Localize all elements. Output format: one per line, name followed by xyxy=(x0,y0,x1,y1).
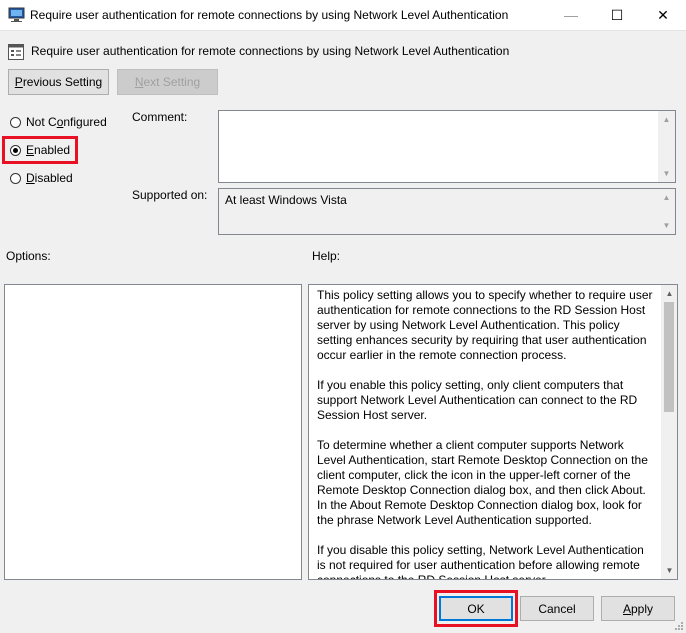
help-paragraph: This policy setting allows you to specif… xyxy=(317,288,653,362)
previous-setting-label: Previous Setting xyxy=(15,75,102,89)
next-rest: ext Setting xyxy=(143,75,201,89)
label-part: nfigured xyxy=(63,115,107,129)
help-paragraph: To determine whether a client computer s… xyxy=(317,438,648,527)
policy-setting-icon xyxy=(8,44,24,60)
radio-not-configured[interactable]: Not Configured xyxy=(10,115,107,129)
resize-grip-icon[interactable] xyxy=(674,621,684,631)
minimize-icon: — xyxy=(564,7,578,23)
supported-on-field: At least Windows Vista ▲ ▼ xyxy=(218,188,676,235)
scroll-up-icon[interactable]: ▲ xyxy=(658,189,675,206)
supported-on-label: Supported on: xyxy=(132,188,208,202)
help-pane[interactable]: This policy setting allows you to specif… xyxy=(308,284,678,580)
window-title: Require user authentication for remote c… xyxy=(30,8,509,22)
app-icon xyxy=(8,7,25,22)
policy-title: Require user authentication for remote c… xyxy=(31,44,510,58)
minimize-button[interactable]: — xyxy=(548,0,594,30)
help-scrollbar[interactable]: ▲ ▼ xyxy=(661,285,677,579)
ok-button[interactable]: OK xyxy=(439,596,513,621)
close-icon: ✕ xyxy=(657,6,669,23)
next-setting-label: Next Setting xyxy=(135,75,200,89)
close-button[interactable]: ✕ xyxy=(640,0,686,30)
comment-label: Comment: xyxy=(132,110,188,124)
scroll-up-icon[interactable]: ▲ xyxy=(658,111,675,128)
maximize-button[interactable]: ☐ xyxy=(594,0,640,30)
radio-circle-checked xyxy=(10,144,21,156)
radio-circle xyxy=(10,116,21,128)
apply-label: Apply xyxy=(623,602,653,616)
label-accel: D xyxy=(26,171,35,185)
previous-rest: revious Setting xyxy=(22,75,103,89)
scroll-thumb[interactable] xyxy=(664,302,674,412)
scroll-down-icon[interactable]: ▼ xyxy=(658,165,675,182)
comment-field[interactable]: ▲ ▼ xyxy=(218,110,676,183)
comment-scrollbar[interactable]: ▲ ▼ xyxy=(658,111,675,182)
radio-enabled[interactable]: Enabled xyxy=(10,143,70,157)
radio-circle xyxy=(10,172,21,184)
supported-scrollbar[interactable]: ▲ ▼ xyxy=(658,189,675,234)
label-part: isabled xyxy=(34,171,73,185)
radio-disabled[interactable]: Disabled xyxy=(10,171,73,185)
title-bar: Require user authentication for remote c… xyxy=(0,0,686,31)
radio-label: Disabled xyxy=(26,171,73,185)
label-accel: E xyxy=(26,143,35,157)
scroll-up-icon[interactable]: ▲ xyxy=(661,285,677,302)
cancel-button[interactable]: Cancel xyxy=(520,596,594,621)
previous-setting-button[interactable]: Previous Setting xyxy=(8,69,109,95)
supported-on-value: At least Windows Vista xyxy=(225,193,347,207)
radio-label: Enabled xyxy=(26,143,70,157)
help-label: Help: xyxy=(312,249,341,263)
help-text: This policy setting allows you to specif… xyxy=(309,285,661,580)
options-label: Options: xyxy=(6,249,51,263)
apply-rest: pply xyxy=(631,601,654,616)
radio-label: Not Configured xyxy=(26,115,107,129)
apply-button[interactable]: Apply xyxy=(601,596,675,621)
scroll-down-icon[interactable]: ▼ xyxy=(661,562,677,579)
apply-accel: A xyxy=(622,601,631,616)
label-part: nabled xyxy=(34,143,71,157)
previous-accel: P xyxy=(14,75,23,89)
help-paragraph: If you enable this policy setting, only … xyxy=(317,378,638,422)
maximize-icon: ☐ xyxy=(610,6,624,23)
comment-value xyxy=(219,111,675,117)
label-part: Not C xyxy=(26,115,57,129)
scroll-down-icon[interactable]: ▼ xyxy=(658,217,675,234)
help-paragraph: If you disable this policy setting, Netw… xyxy=(317,543,644,580)
next-setting-button[interactable]: Next Setting xyxy=(117,69,218,95)
options-pane[interactable] xyxy=(4,284,302,580)
